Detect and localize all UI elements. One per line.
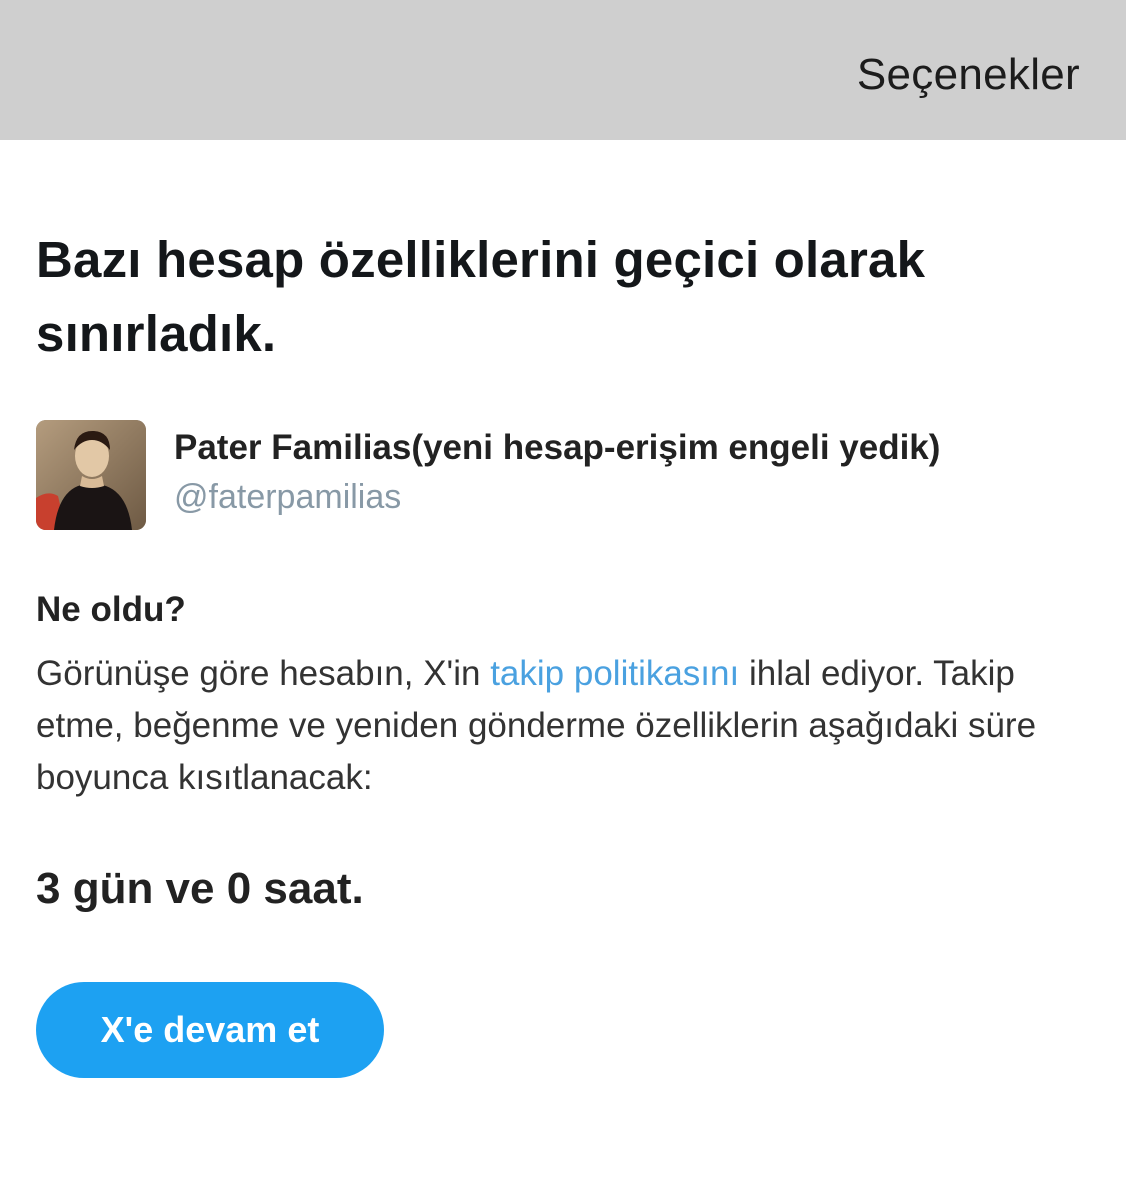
avatar [36,420,146,530]
explanation-text: Görünüşe göre hesabın, X'in takip politi… [36,648,1096,804]
account-card: Pater Familias(yeni hesap-erişim engeli … [36,420,1096,532]
top-bar: Seçenekler [0,0,1126,140]
continue-button[interactable]: X'e devam et [36,982,384,1078]
explanation-text-start: Görünüşe göre hesabın, X'in [36,654,491,693]
follow-policy-link[interactable]: takip politikasını [490,654,739,693]
options-link[interactable]: Seçenekler [857,50,1080,100]
profile-portrait-avatar-icon [36,420,146,530]
account-display-name: Pater Familias(yeni hesap-erişim engeli … [174,428,941,467]
account-handle: @faterpamilias [174,478,402,516]
notice-headline: Bazı hesap özelliklerini geçici olarak s… [36,231,926,362]
section-title: Ne oldu? [36,590,186,629]
restriction-notice: Bazı hesap özelliklerini geçici olarak s… [36,140,1096,1078]
restriction-duration: 3 gün ve 0 saat. [36,864,364,913]
